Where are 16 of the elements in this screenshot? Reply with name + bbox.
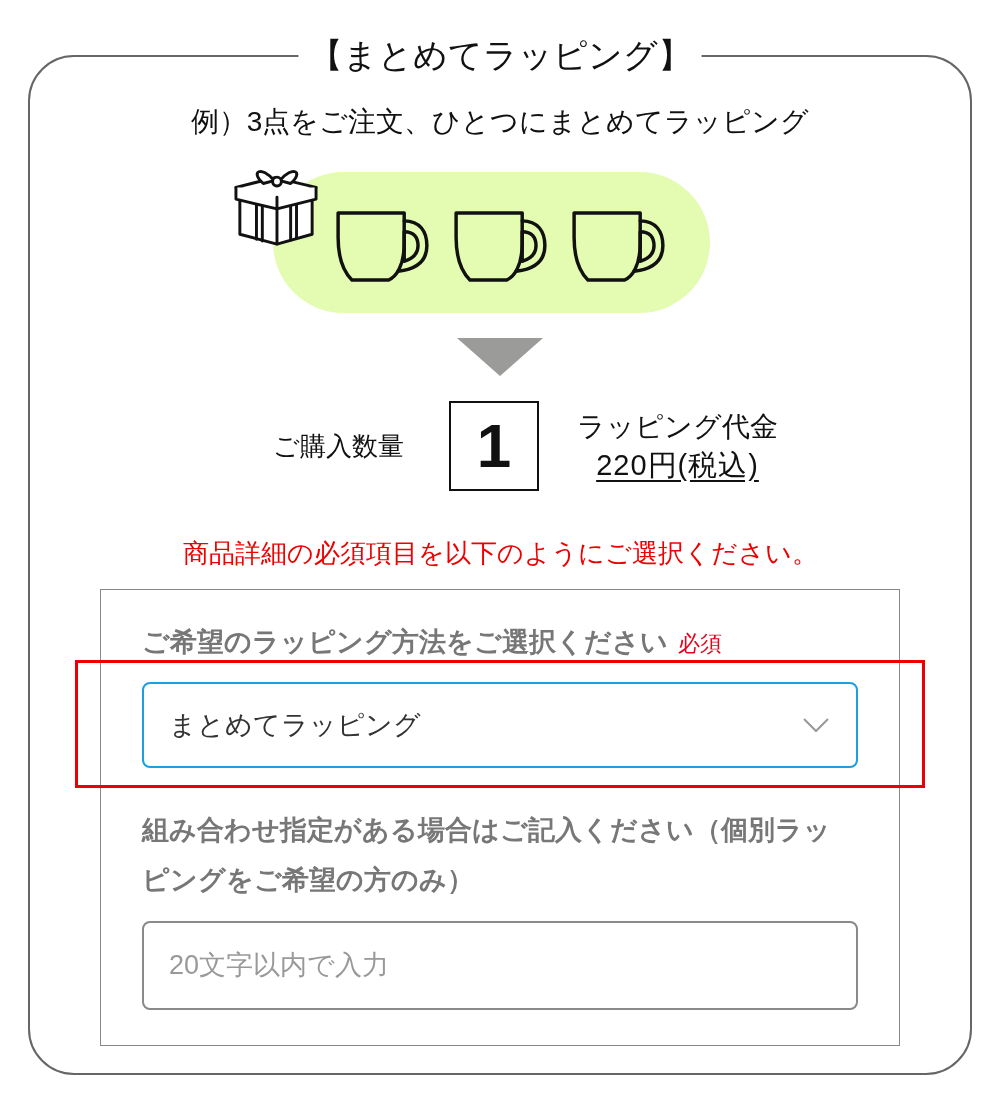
- fee-amount: 220円(税込): [596, 448, 759, 483]
- notice-text: 商品詳細の必須項目を以下のようにご選択ください。: [182, 537, 818, 569]
- cup-icon: [335, 210, 430, 283]
- required-label: 必須: [678, 630, 722, 658]
- fee-label: ラッピング代金: [577, 410, 778, 444]
- wrapping-method-select[interactable]: まとめてラッピング: [142, 682, 858, 768]
- chevron-down-icon: [802, 717, 830, 733]
- example-text: 例）3点をご注文、ひとつにまとめてラッピング: [190, 105, 810, 139]
- quantity-value: 1: [449, 401, 539, 491]
- quantity-label: ご購入数量: [273, 430, 404, 463]
- field-label: ご希望のラッピング方法をご選択ください: [142, 626, 668, 659]
- cup-icon: [571, 210, 666, 283]
- combination-input[interactable]: 20文字以内で入力: [142, 921, 858, 1010]
- down-triangle-icon: [457, 338, 543, 376]
- cup-icon: [453, 210, 548, 283]
- field-label: 組み合わせ指定がある場合はご記入ください（個別ラッピングをご希望の方のみ）: [142, 814, 832, 897]
